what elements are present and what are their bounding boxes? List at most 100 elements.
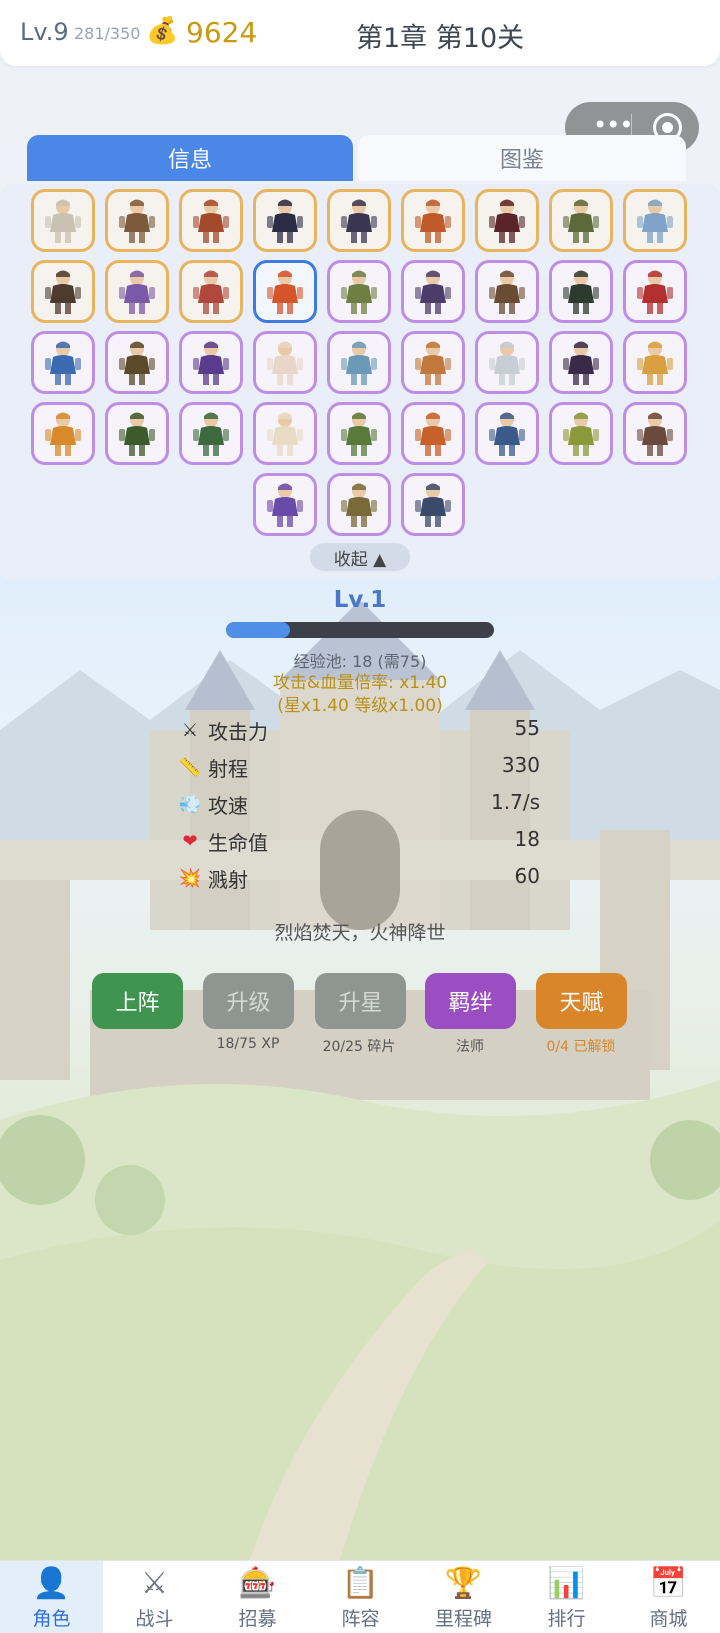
hero-portrait[interactable]	[623, 402, 687, 465]
hero-sprite	[193, 199, 229, 243]
hero-portrait[interactable]	[475, 189, 539, 252]
bottom-nav: 👤 角色 ⚔ 战斗 🎰 招募 📋 阵容 🏆 里程碑 📊 排行 📅 商城	[0, 1560, 720, 1633]
hero-portrait[interactable]	[401, 260, 465, 323]
nav-item-recruit[interactable]: 🎰 招募	[206, 1561, 309, 1633]
hero-sprite	[267, 199, 303, 243]
hero-portrait[interactable]	[31, 260, 95, 323]
hero-portrait[interactable]	[327, 260, 391, 323]
hero-sprite	[489, 341, 525, 385]
gold-amount: 9624	[186, 16, 258, 49]
hero-portrait[interactable]	[475, 331, 539, 394]
hero-portrait[interactable]	[401, 331, 465, 394]
hero-portrait[interactable]	[253, 473, 317, 536]
stat-value: 18	[514, 827, 540, 851]
hero-portrait[interactable]	[105, 189, 169, 252]
player-xp: 281/350	[74, 24, 141, 43]
hero-sprite	[415, 199, 451, 243]
hero-sprite	[119, 341, 155, 385]
stat-hp: ❤ 生命值 18	[178, 827, 540, 857]
hero-sprite	[563, 199, 599, 243]
hero-sprite	[119, 199, 155, 243]
hero-sprite	[45, 199, 81, 243]
hero-sprite	[415, 483, 451, 527]
hero-sprite	[193, 412, 229, 456]
hero-xp-bar-fill	[226, 622, 291, 638]
hero-motto: 烈焰焚天，火神降世	[274, 922, 446, 944]
hero-portrait[interactable]	[549, 189, 613, 252]
hero-portrait[interactable]	[401, 402, 465, 465]
hero-portrait[interactable]	[31, 331, 95, 394]
hero-portrait[interactable]	[179, 331, 243, 394]
hero-portrait[interactable]	[623, 189, 687, 252]
hero-portrait[interactable]	[253, 331, 317, 394]
hero-sprite	[45, 270, 81, 314]
burst-icon: 💥	[178, 867, 202, 889]
stat-value: 1.7/s	[491, 790, 540, 814]
hero-portrait[interactable]	[31, 402, 95, 465]
hero-portrait[interactable]	[623, 331, 687, 394]
hero-portrait[interactable]	[31, 189, 95, 252]
calendar-shop-icon: 📅	[649, 1565, 688, 1601]
hero-sprite	[341, 199, 377, 243]
hero-portrait[interactable]	[179, 260, 243, 323]
star-up-button[interactable]: 升星	[315, 973, 406, 1029]
swords-icon: ⚔	[181, 719, 199, 741]
hero-portrait[interactable]	[253, 260, 317, 323]
upgrade-button[interactable]: 升级	[203, 973, 294, 1029]
hero-portrait[interactable]	[327, 402, 391, 465]
hero-sprite	[415, 412, 451, 456]
hero-portrait[interactable]	[105, 331, 169, 394]
hero-sprite	[415, 341, 451, 385]
hero-sprite	[341, 341, 377, 385]
tab-codex[interactable]: 图鉴	[358, 135, 686, 181]
stat-attack: ⚔ 攻击力 55	[178, 716, 540, 746]
hero-portrait[interactable]	[475, 260, 539, 323]
hero-sprite	[267, 341, 303, 385]
nav-item-lineup[interactable]: 📋 阵容	[309, 1561, 412, 1633]
stat-value: 60	[514, 864, 540, 888]
hero-portrait[interactable]	[401, 473, 465, 536]
multiplier-detail: (星x1.40 等级x1.00)	[277, 696, 443, 716]
hero-sprite	[45, 341, 81, 385]
wind-icon: 💨	[178, 793, 202, 815]
collapse-button[interactable]: 收起 ▲	[310, 543, 410, 571]
tab-info[interactable]: 信息	[27, 135, 353, 181]
hero-portrait[interactable]	[327, 331, 391, 394]
talent-button[interactable]: 天赋	[536, 973, 627, 1029]
nav-item-battle[interactable]: ⚔ 战斗	[103, 1561, 206, 1633]
hero-portrait[interactable]	[623, 260, 687, 323]
stage-title: 第1章 第10关	[356, 23, 525, 54]
nav-item-shop[interactable]: 📅 商城	[617, 1561, 720, 1633]
hero-sprite	[267, 412, 303, 456]
hero-portrait[interactable]	[253, 189, 317, 252]
deploy-button[interactable]: 上阵	[92, 973, 183, 1029]
hero-portrait[interactable]	[253, 402, 317, 465]
hero-sprite	[119, 412, 155, 456]
hero-portrait[interactable]	[179, 189, 243, 252]
bar-chart-icon: 📊	[547, 1565, 586, 1601]
hero-sprite	[193, 341, 229, 385]
hero-portrait[interactable]	[327, 473, 391, 536]
hero-portrait[interactable]	[549, 260, 613, 323]
hero-portrait[interactable]	[179, 402, 243, 465]
hero-portrait[interactable]	[327, 189, 391, 252]
hero-portrait[interactable]	[105, 402, 169, 465]
nav-item-hero[interactable]: 👤 角色	[0, 1561, 103, 1633]
hero-sprite	[45, 412, 81, 456]
multiplier-text: 攻击&血量倍率: x1.40	[272, 673, 448, 693]
hero-sprite	[489, 199, 525, 243]
hero-sprite	[267, 483, 303, 527]
stat-value: 330	[501, 753, 540, 777]
nav-item-ranking[interactable]: 📊 排行	[515, 1561, 618, 1633]
hero-sprite	[193, 270, 229, 314]
hero-portrait[interactable]	[105, 260, 169, 323]
hero-sprite	[341, 483, 377, 527]
hero-portrait[interactable]	[401, 189, 465, 252]
stat-label: 射程	[208, 757, 248, 781]
nav-label: 里程碑	[434, 1608, 492, 1630]
bond-button[interactable]: 羁绊	[425, 973, 516, 1029]
hero-portrait[interactable]	[549, 402, 613, 465]
nav-item-milestones[interactable]: 🏆 里程碑	[412, 1561, 515, 1633]
hero-portrait[interactable]	[475, 402, 539, 465]
hero-portrait[interactable]	[549, 331, 613, 394]
